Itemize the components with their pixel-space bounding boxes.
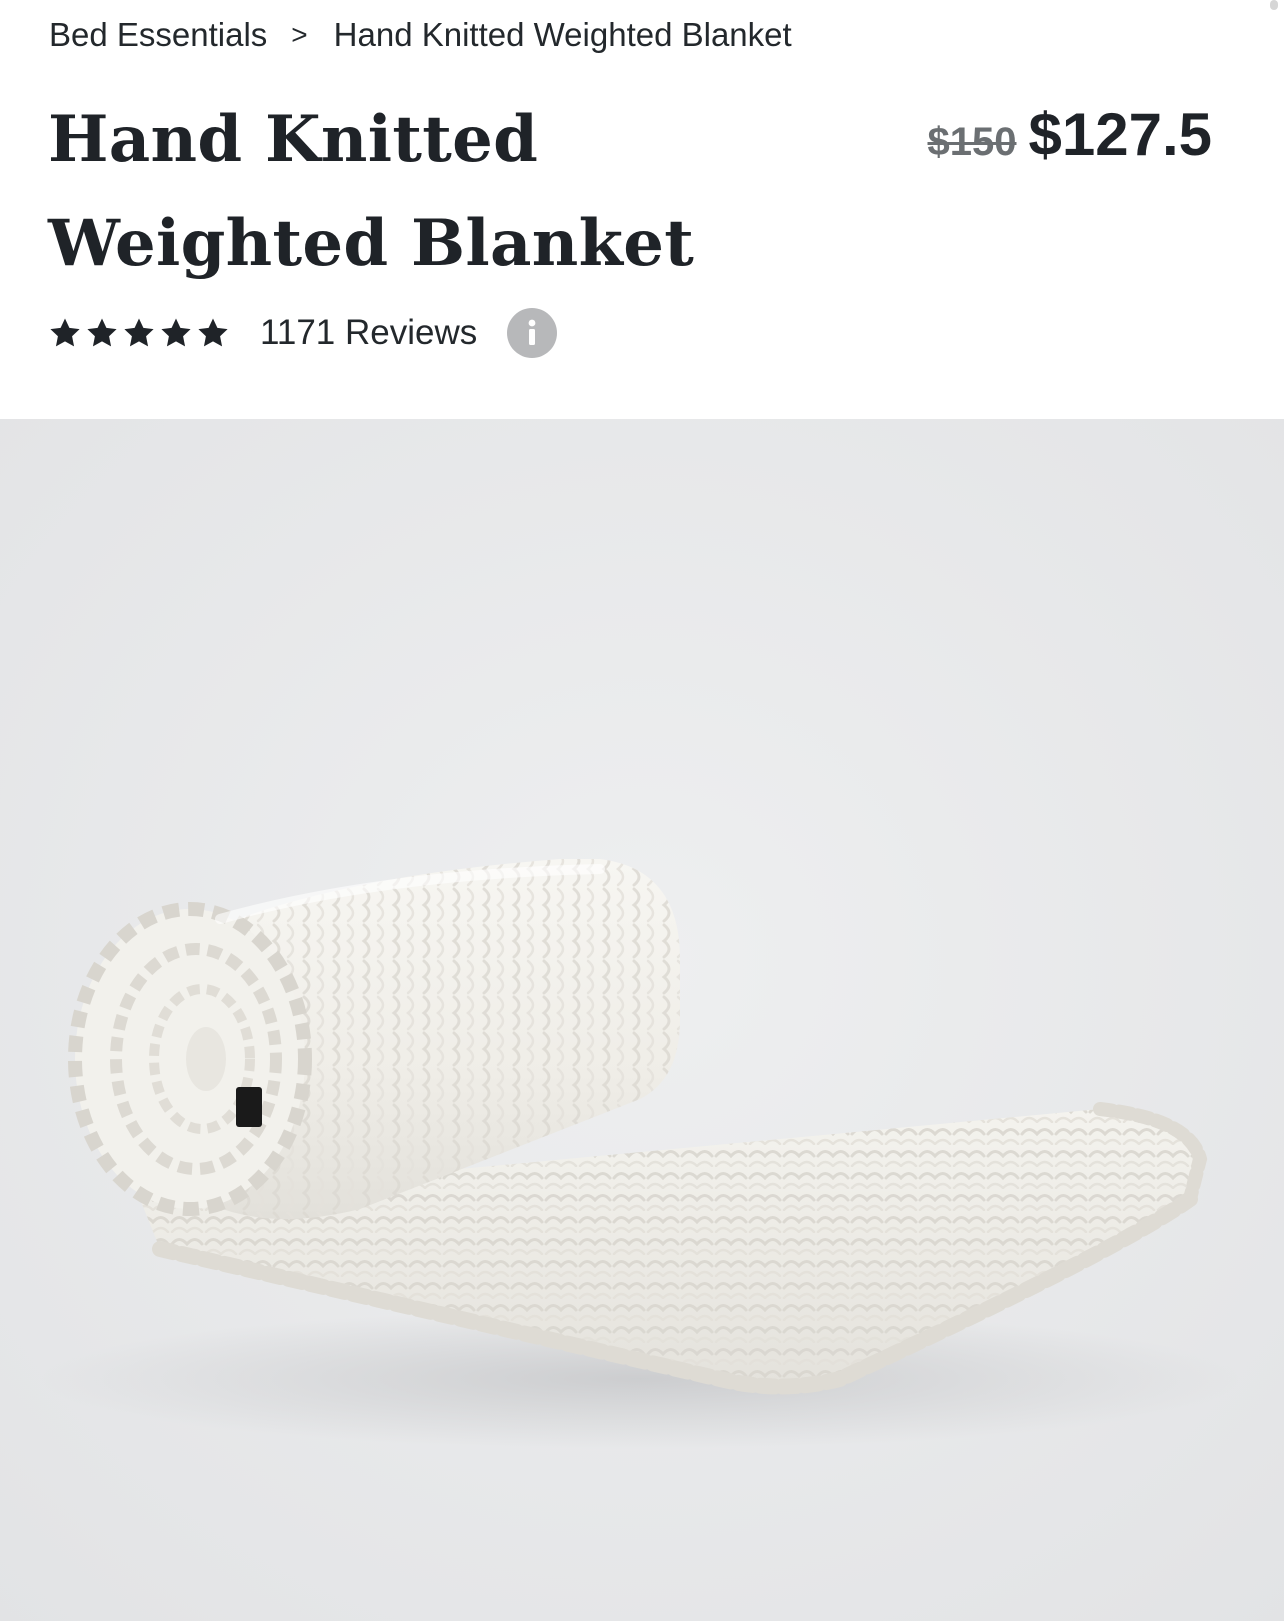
product-image[interactable] [0, 419, 1284, 1621]
info-icon [528, 319, 536, 345]
star-icon [198, 318, 228, 347]
rating-row: 1171 Reviews [48, 305, 558, 361]
star-icon [87, 318, 117, 347]
breadcrumb-link-current[interactable]: Hand Knitted Weighted Blanket [334, 16, 792, 54]
blanket-image [0, 419, 1284, 1621]
breadcrumb: Bed Essentials > Hand Knitted Weighted B… [49, 12, 792, 58]
star-rating[interactable] [48, 316, 230, 350]
price-sale: $127.5 [1028, 101, 1212, 168]
reviews-link[interactable]: 1171 Reviews [260, 313, 477, 353]
star-icon [124, 318, 154, 347]
breadcrumb-separator: > [291, 19, 308, 50]
breadcrumb-link-bed-essentials[interactable]: Bed Essentials [49, 16, 267, 54]
info-button[interactable] [507, 308, 558, 358]
product-title: Hand Knitted Weighted Blanket [48, 102, 695, 281]
star-icon [161, 318, 191, 347]
star-icon [50, 318, 80, 347]
scrollbar-thumb[interactable] [1270, 0, 1278, 10]
product-page: Bed Essentials > Hand Knitted Weighted B… [0, 0, 1284, 1621]
price-box: $150 $127.5 [928, 100, 1213, 169]
price-original: $150 [927, 120, 1017, 164]
